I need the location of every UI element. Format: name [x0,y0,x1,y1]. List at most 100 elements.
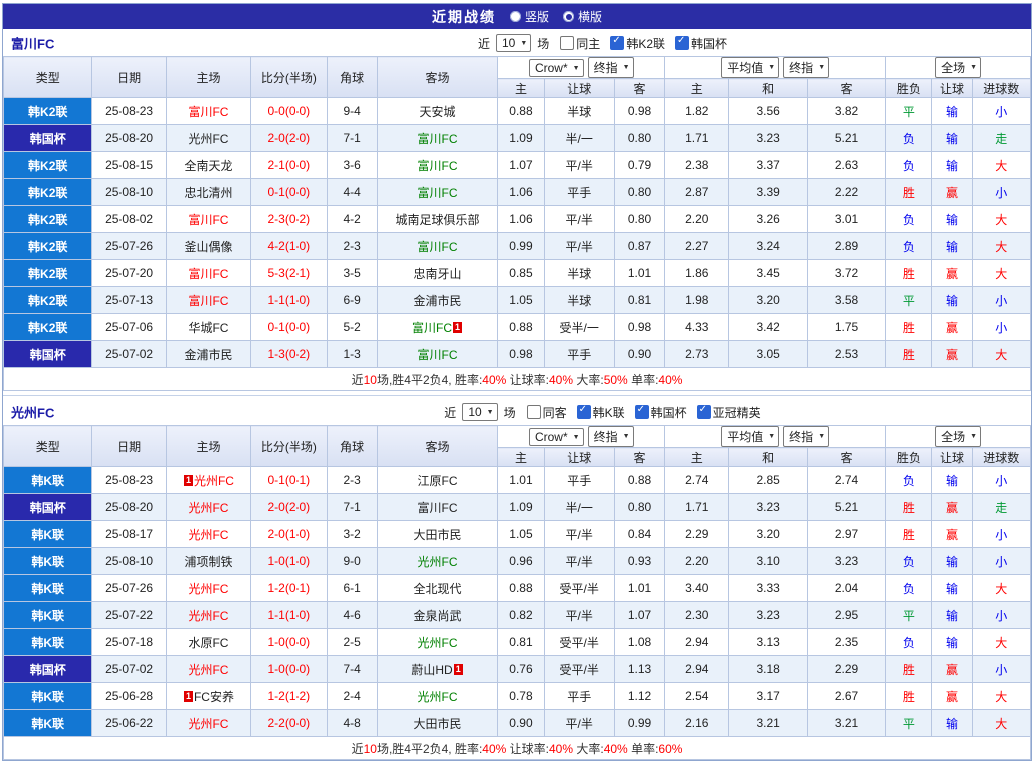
home-team-cell[interactable]: 1光州FC [166,467,250,494]
score-cell[interactable]: 1-3(0-2) [251,341,327,368]
home-team-cell[interactable]: 浦项制铁 [166,548,250,575]
odds-cell: 3.33 [729,575,807,602]
home-team-cell[interactable]: 光州FC [166,494,250,521]
away-team-cell[interactable]: 江原FC [377,467,498,494]
corner-cell: 2-4 [327,683,377,710]
score-cell[interactable]: 2-1(0-0) [251,152,327,179]
home-team-cell[interactable]: 光州FC [166,710,250,737]
score-cell[interactable]: 2-3(0-2) [251,206,327,233]
handicap-odds-selects-1[interactable]: 终指▼ [588,426,634,447]
league-cell: 韩K联 [4,467,92,494]
score-cell[interactable]: 1-0(0-0) [251,629,327,656]
odds-cell: 2.30 [665,602,729,629]
home-team-cell[interactable]: 光州FC [166,575,250,602]
away-team-cell[interactable]: 天安城 [377,98,498,125]
score-cell[interactable]: 0-0(0-0) [251,98,327,125]
checkbox-checked-icon [697,405,711,419]
europe-odds-selects-1[interactable]: 终指▼ [783,57,829,78]
score-cell[interactable]: 1-1(1-0) [251,602,327,629]
score-cell[interactable]: 4-2(1-0) [251,233,327,260]
score-cell[interactable]: 2-0(2-0) [251,494,327,521]
away-team-cell[interactable]: 光州FC [377,548,498,575]
away-team-cell[interactable]: 大田市民 [377,710,498,737]
away-team-cell[interactable]: 富川FC [377,125,498,152]
handicap-odds-selects-0[interactable]: Crow*▼ [529,428,584,446]
score-cell[interactable]: 2-2(0-0) [251,710,327,737]
away-team-cell[interactable]: 城南足球俱乐部 [377,206,498,233]
score-cell[interactable]: 1-0(1-0) [251,548,327,575]
home-team-cell[interactable]: 釜山偶像 [166,233,250,260]
layout-radio-horizontal[interactable]: 横版 [563,8,602,25]
team-name: 富川FC [418,132,458,146]
home-team-cell[interactable]: 富川FC [166,206,250,233]
away-team-cell[interactable]: 光州FC [377,629,498,656]
match-count-select[interactable]: 10▼ [462,403,497,421]
match-count-select[interactable]: 10▼ [496,34,531,52]
date-cell: 25-08-10 [92,548,166,575]
away-team-cell[interactable]: 金泉尚武 [377,602,498,629]
away-team-cell[interactable]: 全北现代 [377,575,498,602]
handicap-odds-selects-0[interactable]: Crow*▼ [529,59,584,77]
filter-checkbox[interactable]: 韩国杯 [635,404,687,421]
score-cell[interactable]: 1-2(1-2) [251,683,327,710]
scope-select-0[interactable]: 全场▼ [935,57,981,78]
checkbox-unchecked-icon [560,36,574,50]
odds-cell: 2.95 [807,602,885,629]
home-team-cell[interactable]: 忠北清州 [166,179,250,206]
checkbox-label: 同客 [543,404,567,421]
away-team-cell[interactable]: 金浦市民 [377,287,498,314]
away-team-cell[interactable]: 富川FC [377,494,498,521]
filter-checkbox[interactable]: 韩国杯 [675,35,727,52]
score-cell[interactable]: 1-1(1-0) [251,287,327,314]
away-team-cell[interactable]: 富川FC [377,233,498,260]
away-team-cell[interactable]: 富川FC1 [377,314,498,341]
away-team-cell[interactable]: 富川FC [377,179,498,206]
home-team-cell[interactable]: 光州FC [166,602,250,629]
home-team-cell[interactable]: 水原FC [166,629,250,656]
home-team-cell[interactable]: 金浦市民 [166,341,250,368]
summary-text: 让球率: [506,742,549,756]
score-cell[interactable]: 0-1(0-0) [251,179,327,206]
odds-cell: 1.01 [498,467,544,494]
away-team-cell[interactable]: 蔚山HD1 [377,656,498,683]
europe-odds-selects-0[interactable]: 平均值▼ [721,426,779,447]
away-team-cell[interactable]: 大田市民 [377,521,498,548]
home-team-cell[interactable]: 富川FC [166,260,250,287]
filter-checkbox[interactable]: 韩K联 [577,404,625,421]
score-cell[interactable]: 5-3(2-1) [251,260,327,287]
result-cell: 小 [972,602,1030,629]
scope-select-0[interactable]: 全场▼ [935,426,981,447]
home-team-cell[interactable]: 1FC安养 [166,683,250,710]
score-cell[interactable]: 1-2(0-1) [251,575,327,602]
home-team-cell[interactable]: 光州FC [166,125,250,152]
home-team-cell[interactable]: 光州FC [166,521,250,548]
score-cell[interactable]: 2-0(1-0) [251,521,327,548]
away-team-cell[interactable]: 富川FC [377,152,498,179]
score-cell[interactable]: 1-0(0-0) [251,656,327,683]
home-team-cell[interactable]: 光州FC [166,656,250,683]
away-team-cell[interactable]: 富川FC [377,341,498,368]
home-team-cell[interactable]: 富川FC [166,287,250,314]
away-team-cell[interactable]: 光州FC [377,683,498,710]
checkbox-label: 韩国杯 [691,35,727,52]
layout-radio-vertical[interactable]: 竖版 [510,8,549,25]
score-cell[interactable]: 2-0(2-0) [251,125,327,152]
handicap-odds-selects-1[interactable]: 终指▼ [588,57,634,78]
away-team-cell[interactable]: 忠南牙山 [377,260,498,287]
home-team-cell[interactable]: 富川FC [166,98,250,125]
match-row: 韩K联25-08-231光州FC0-1(0-1)2-3江原FC1.01平手0.8… [4,467,1031,494]
odds-cell: 平/半 [544,548,614,575]
filter-checkbox[interactable]: 同客 [527,404,567,421]
score-cell[interactable]: 0-1(0-1) [251,467,327,494]
home-team-cell[interactable]: 全南天龙 [166,152,250,179]
filter-checkbox[interactable]: 亚冠精英 [697,404,761,421]
filter-checkbox[interactable]: 同主 [560,35,600,52]
score-cell[interactable]: 0-1(0-0) [251,314,327,341]
home-team-cell[interactable]: 华城FC [166,314,250,341]
odds-cell: 3.72 [807,260,885,287]
europe-odds-selects-1[interactable]: 终指▼ [783,426,829,447]
league-cell: 韩K联 [4,575,92,602]
team-name: 富川FC [418,240,458,254]
europe-odds-selects-0[interactable]: 平均值▼ [721,57,779,78]
filter-checkbox[interactable]: 韩K2联 [610,35,665,52]
